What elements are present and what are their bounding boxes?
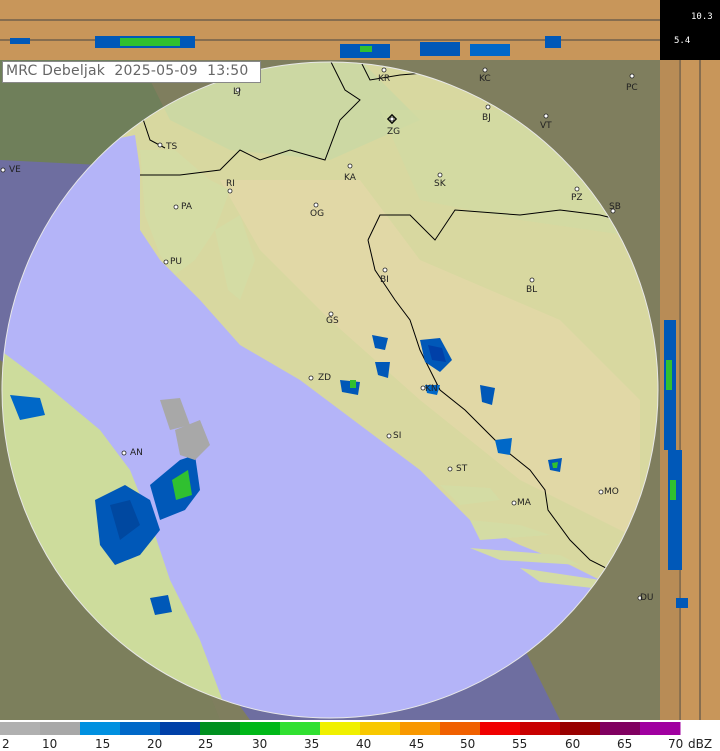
legend-label: 60 xyxy=(565,737,581,751)
city-label-pc: PC xyxy=(626,83,638,93)
city-label-og: OG xyxy=(310,209,325,219)
city-label-sk: SK xyxy=(434,179,446,189)
city-label-si: SI xyxy=(393,431,402,441)
city-label-vt: VT xyxy=(540,121,552,131)
city-dot-pu xyxy=(163,259,169,265)
legend-swatch xyxy=(120,722,161,735)
city-dot-pc xyxy=(629,73,635,79)
city-label-zg: ZG xyxy=(387,127,401,137)
city-label-ve: VE xyxy=(9,165,21,175)
city-dot-kr xyxy=(381,67,387,73)
city-label-an: AN xyxy=(130,448,143,458)
legend-label: 30 xyxy=(252,737,268,751)
city-dot-og xyxy=(313,202,319,208)
legend-label: 45 xyxy=(409,737,425,751)
city-label-pu: PU xyxy=(170,257,183,267)
city-label-kn: KN xyxy=(425,384,438,394)
legend-swatch xyxy=(480,722,521,735)
height-top-value: 10.3 xyxy=(691,12,713,22)
city-dot-ts xyxy=(157,142,163,148)
time-label: 13:50 xyxy=(207,63,249,79)
city-label-bl: BL xyxy=(526,285,538,295)
legend-swatch xyxy=(240,722,281,735)
city-dot-zd xyxy=(308,375,314,381)
legend-label: 35 xyxy=(304,737,320,751)
city-dot-bj xyxy=(485,104,491,110)
dbz-color-legend xyxy=(0,722,681,735)
city-label-mo: MO xyxy=(604,487,619,497)
legend-swatch xyxy=(600,722,641,735)
city-dot-bl xyxy=(529,277,535,283)
city-dot-bi xyxy=(382,267,388,273)
city-dot-mo xyxy=(598,489,604,495)
city-dot-st xyxy=(447,466,453,472)
legend-unit: dBZ xyxy=(688,737,713,751)
station-name: MRC Debeljak xyxy=(6,63,106,79)
legend-label: 2 xyxy=(2,737,10,751)
legend-label: 65 xyxy=(617,737,633,751)
legend-label: 55 xyxy=(512,737,528,751)
legend-swatch xyxy=(280,722,321,735)
city-label-du: DU xyxy=(640,593,654,603)
city-dot-vt xyxy=(543,113,549,119)
city-dot-pa xyxy=(173,204,179,210)
city-label-ri: RI xyxy=(226,179,235,189)
city-dot-si xyxy=(386,433,392,439)
city-label-lj: LJ xyxy=(233,87,241,97)
city-dot-ma xyxy=(511,500,517,506)
legend-swatch xyxy=(520,722,561,735)
top-cross-section xyxy=(0,0,660,60)
legend-label: 40 xyxy=(356,737,372,751)
city-label-pz: PZ xyxy=(571,193,583,203)
legend-label: 50 xyxy=(460,737,476,751)
city-dot-zg xyxy=(389,116,395,122)
right-cross-section xyxy=(660,60,720,720)
city-label-pa: PA xyxy=(181,202,193,212)
legend-swatch xyxy=(80,722,121,735)
legend-swatch xyxy=(440,722,481,735)
city-dot-ri xyxy=(227,188,233,194)
city-label-kc: KC xyxy=(479,74,491,84)
city-label-st: ST xyxy=(456,464,468,474)
legend-swatch xyxy=(160,722,201,735)
city-label-ts: TS xyxy=(166,142,178,152)
legend-swatch xyxy=(40,722,81,735)
city-dot-an xyxy=(121,450,127,456)
city-label-sb: SB xyxy=(609,202,621,212)
city-label-kr: KR xyxy=(378,74,391,84)
legend-label: 10 xyxy=(42,737,58,751)
city-label-gs: GS xyxy=(326,316,339,326)
city-dot-sk xyxy=(437,172,443,178)
legend-swatch xyxy=(560,722,601,735)
legend-swatch xyxy=(320,722,361,735)
city-dot-pz xyxy=(574,186,580,192)
legend-swatch xyxy=(640,722,681,735)
legend-label: 20 xyxy=(147,737,163,751)
city-label-bi: BI xyxy=(380,275,389,285)
city-dot-ve xyxy=(0,167,6,173)
station-title: MRC Debeljak 2025-05-09 13:50 xyxy=(6,63,248,79)
city-label-ma: MA xyxy=(517,498,531,508)
city-label-ka: KA xyxy=(344,173,356,183)
height-scale-panel: 10.3 5.4 xyxy=(660,0,720,60)
city-label-bj: BJ xyxy=(482,113,491,123)
height-mid-value: 5.4 xyxy=(674,36,691,46)
legend-label: 70 xyxy=(668,737,684,751)
legend-swatch xyxy=(200,722,241,735)
legend-swatch xyxy=(400,722,441,735)
date-label: 2025-05-09 xyxy=(114,63,198,79)
legend-swatch xyxy=(360,722,401,735)
legend-label: 25 xyxy=(198,737,214,751)
radar-map xyxy=(0,0,720,735)
legend-label: 15 xyxy=(95,737,111,751)
city-dot-ka xyxy=(347,163,353,169)
city-dot-kc xyxy=(482,67,488,73)
city-label-zd: ZD xyxy=(318,373,332,383)
legend-swatch xyxy=(0,722,41,735)
